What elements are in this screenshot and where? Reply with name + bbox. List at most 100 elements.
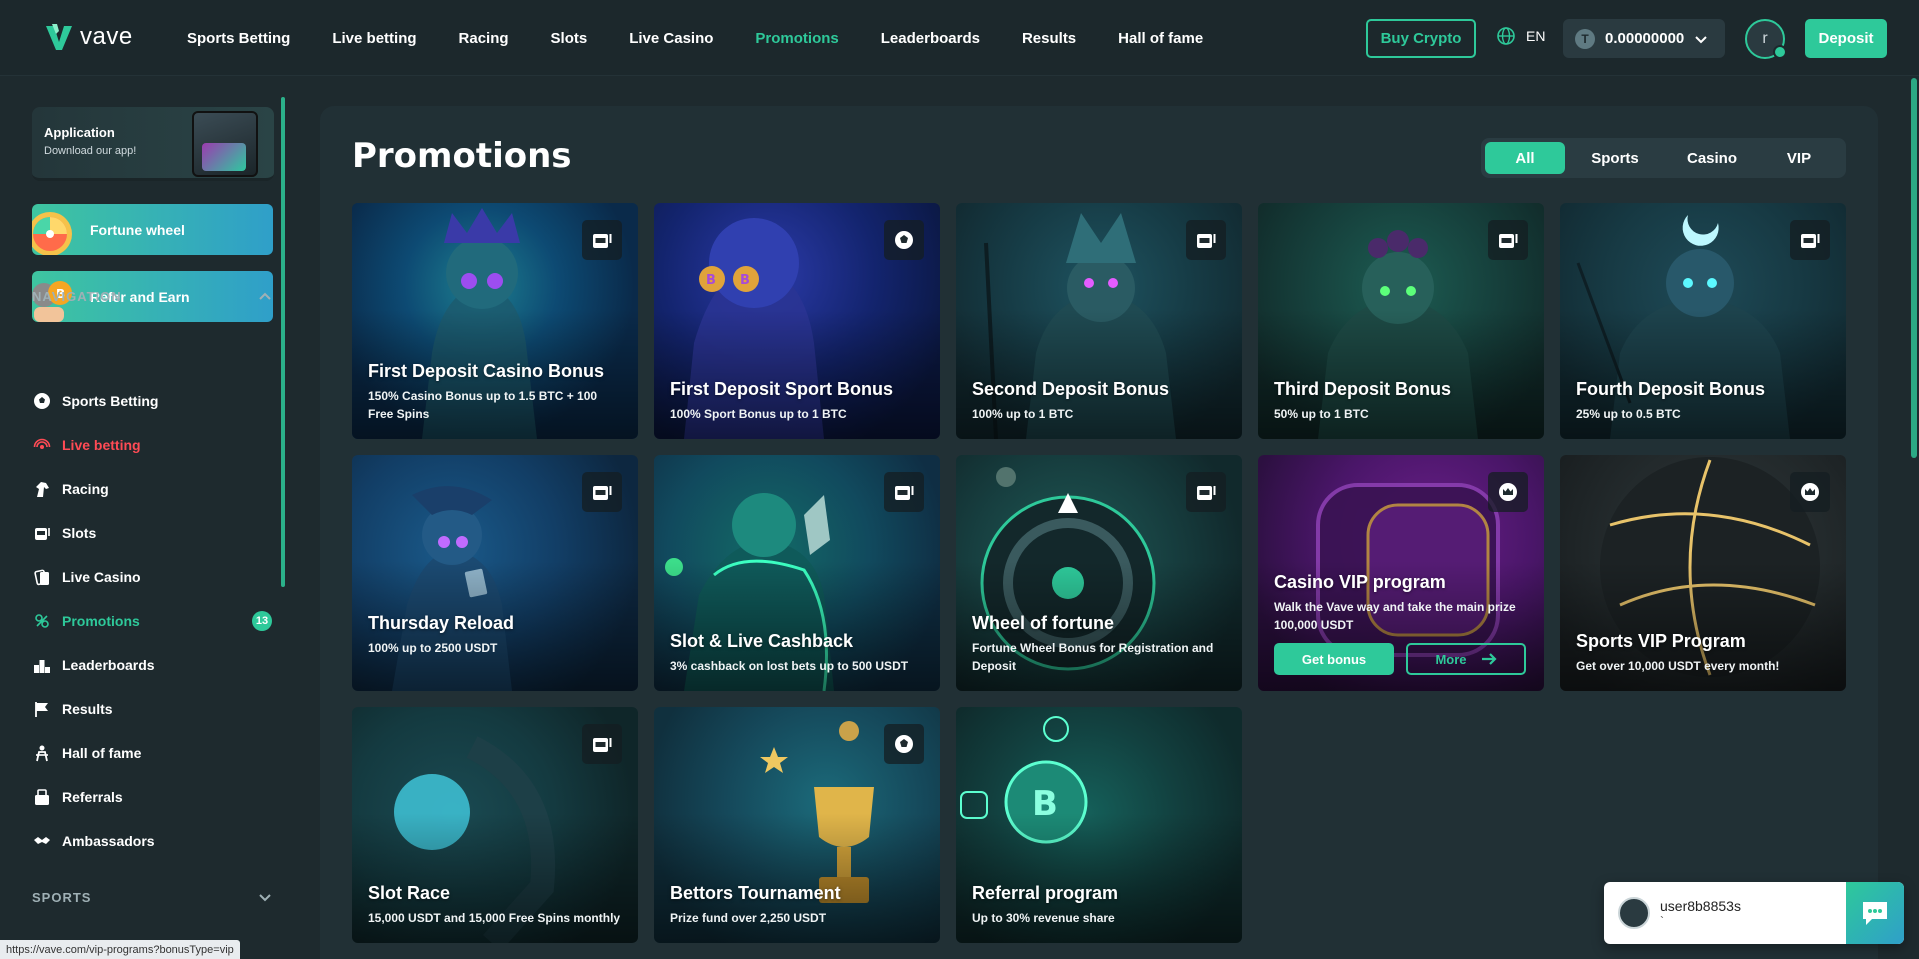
promo-card-second-deposit[interactable]: Second Deposit Bonus 100% up to 1 BTC: [956, 203, 1242, 439]
arrow-right-icon: [1481, 653, 1497, 665]
tether-icon: T: [1575, 28, 1595, 49]
download-app-card[interactable]: Application Download our app!: [32, 107, 274, 181]
card-actions: Get bonus More: [1274, 643, 1526, 675]
status-bar-url: https://vave.com/vip-programs?bonusType=…: [0, 940, 240, 959]
live-signal-icon: [32, 435, 52, 455]
card-title: Sports VIP Program: [1576, 631, 1746, 651]
chevron-up-icon[interactable]: [258, 289, 272, 303]
subtitle-strong: 10,000 USDT: [1628, 659, 1701, 673]
tab-vip[interactable]: VIP: [1759, 142, 1839, 174]
sidebar-item-ambassadors[interactable]: Ambassadors: [32, 829, 272, 853]
nav-racing[interactable]: Racing: [438, 30, 530, 47]
crown-icon: [1488, 472, 1528, 512]
slot-machine-icon: [32, 523, 52, 543]
fortune-wheel-icon: [32, 212, 72, 255]
promotions-icon: [32, 611, 52, 631]
sidebar-item-label: Slots: [62, 525, 97, 541]
card-title: Third Deposit Bonus: [1274, 379, 1451, 399]
soccer-ball-icon: [32, 391, 52, 411]
promo-card-wheel-of-fortune[interactable]: Wheel of fortune Fortune Wheel Bonus for…: [956, 455, 1242, 691]
card-subtitle: 100% up to 2500 USDT: [368, 641, 498, 655]
promo-card-fourth-deposit[interactable]: Fourth Deposit Bonus 25% up to 0.5 BTC: [1560, 203, 1846, 439]
app-card-title: Application: [44, 125, 115, 140]
language-selector[interactable]: EN: [1496, 26, 1545, 46]
page-scrollbar[interactable]: [1911, 78, 1917, 458]
sidebar-item-live-casino[interactable]: Live Casino: [32, 565, 272, 589]
promo-card-referral-program[interactable]: B Referral program Up to 30% revenue sha…: [956, 707, 1242, 943]
tab-all[interactable]: All: [1485, 142, 1565, 174]
sidebar-item-sports-betting[interactable]: Sports Betting: [32, 389, 272, 413]
sports-section-title: SPORTS: [32, 890, 92, 905]
subtitle-post: every month!: [1700, 659, 1780, 673]
promotions-count-badge: 13: [252, 611, 272, 631]
promo-card-casino-vip[interactable]: Casino VIP program Walk the Vave way and…: [1258, 455, 1544, 691]
hall-of-fame-icon: [32, 743, 52, 763]
card-subtitle: 100% Sport Bonus up to 1 BTC: [670, 407, 847, 421]
sidebar-item-label: Hall of fame: [62, 745, 142, 761]
sidebar-item-label: Live betting: [62, 437, 141, 453]
sidebar-item-live-betting[interactable]: Live betting: [32, 433, 272, 457]
deposit-button[interactable]: Deposit: [1805, 19, 1887, 58]
card-subtitle: 100% up to 1 BTC: [972, 407, 1074, 421]
navigation-section-title: NAVIGATION: [32, 289, 122, 304]
promo-card-thursday-reload[interactable]: Thursday Reload 100% up to 2500 USDT: [352, 455, 638, 691]
nav-leaderboards[interactable]: Leaderboards: [860, 30, 1001, 47]
promo-card-third-deposit[interactable]: Third Deposit Bonus 50% up to 1 BTC: [1258, 203, 1544, 439]
nav-slots[interactable]: Slots: [530, 30, 609, 47]
chat-username: user8b8853s: [1660, 898, 1741, 914]
nav-results[interactable]: Results: [1001, 30, 1097, 47]
balance-selector[interactable]: T 0.00000000: [1563, 19, 1725, 58]
chat-open-button[interactable]: [1846, 882, 1904, 944]
buy-crypto-button[interactable]: Buy Crypto: [1366, 19, 1476, 58]
chevron-down-icon[interactable]: [258, 890, 272, 904]
tab-casino[interactable]: Casino: [1665, 142, 1759, 174]
promo-card-first-deposit-casino[interactable]: First Deposit Casino Bonus 150% Casino B…: [352, 203, 638, 439]
logo-text: vave: [80, 23, 133, 50]
nav-hall-of-fame[interactable]: Hall of fame: [1097, 30, 1224, 47]
card-title: Slot & Live Cashback: [670, 631, 854, 651]
nav-promotions[interactable]: Promotions: [734, 30, 859, 47]
sidebar-item-promotions[interactable]: Promotions 13: [32, 609, 272, 633]
sidebar-item-label: Racing: [62, 481, 109, 497]
slot-machine-icon: [884, 472, 924, 512]
tab-sports[interactable]: Sports: [1565, 142, 1665, 174]
sidebar-item-leaderboards[interactable]: Leaderboards: [32, 653, 272, 677]
language-code: EN: [1526, 28, 1546, 44]
card-shade: [956, 707, 1242, 943]
vave-logo[interactable]: vave: [44, 22, 133, 52]
globe-icon: [1497, 27, 1515, 45]
promo-card-first-deposit-sport[interactable]: B B First Deposit Sport Bonus 100% Sport…: [654, 203, 940, 439]
more-button[interactable]: More: [1406, 643, 1526, 675]
more-label: More: [1435, 651, 1467, 667]
card-subtitle: Walk the Vave way and take the main priz…: [1274, 600, 1516, 614]
sidebar-item-label: Ambassadors: [62, 833, 155, 849]
sidebar-item-label: Leaderboards: [62, 657, 155, 673]
promo-card-bettors-tournament[interactable]: Bettors Tournament Prize fund over 2,250…: [654, 707, 940, 943]
user-avatar[interactable]: r: [1745, 19, 1787, 59]
app-card-subtitle: Download our app!: [44, 145, 137, 157]
card-title: Fourth Deposit Bonus: [1576, 379, 1765, 399]
promo-card-sports-vip[interactable]: Sports VIP Program Get over 10,000 USDT …: [1560, 455, 1846, 691]
slot-machine-icon: [582, 220, 622, 260]
balance-amount: 0.00000000: [1605, 30, 1685, 47]
get-bonus-button[interactable]: Get bonus: [1274, 643, 1394, 675]
fortune-wheel-button[interactable]: Fortune wheel: [32, 204, 273, 255]
sidebar-item-slots[interactable]: Slots: [32, 521, 272, 545]
promo-card-slot-race[interactable]: Slot Race 15,000 USDT and 15,000 Free Sp…: [352, 707, 638, 943]
sidebar-item-racing[interactable]: Racing: [32, 477, 272, 501]
chat-widget[interactable]: user8b8853s `: [1604, 882, 1904, 944]
card-subtitle: 3% cashback on lost bets up to 500 USDT: [670, 659, 909, 673]
sidebar-item-results[interactable]: Results: [32, 697, 272, 721]
sidebar-item-hall-of-fame[interactable]: Hall of fame: [32, 741, 272, 765]
sidebar-scrollbar[interactable]: [281, 97, 285, 587]
nav-live-betting[interactable]: Live betting: [311, 30, 437, 47]
sidebar-item-referrals[interactable]: Referrals: [32, 785, 272, 809]
chat-avatar: [1618, 897, 1650, 929]
card-title: First Deposit Sport Bonus: [670, 379, 894, 399]
promo-card-slot-live-cashback[interactable]: Slot & Live Cashback 3% cashback on lost…: [654, 455, 940, 691]
nav-sports-betting[interactable]: Sports Betting: [166, 30, 311, 47]
leaderboard-icon: [32, 655, 52, 675]
fortune-wheel-label: Fortune wheel: [90, 221, 185, 238]
chat-info: user8b8853s `: [1660, 898, 1741, 928]
nav-live-casino[interactable]: Live Casino: [608, 30, 734, 47]
